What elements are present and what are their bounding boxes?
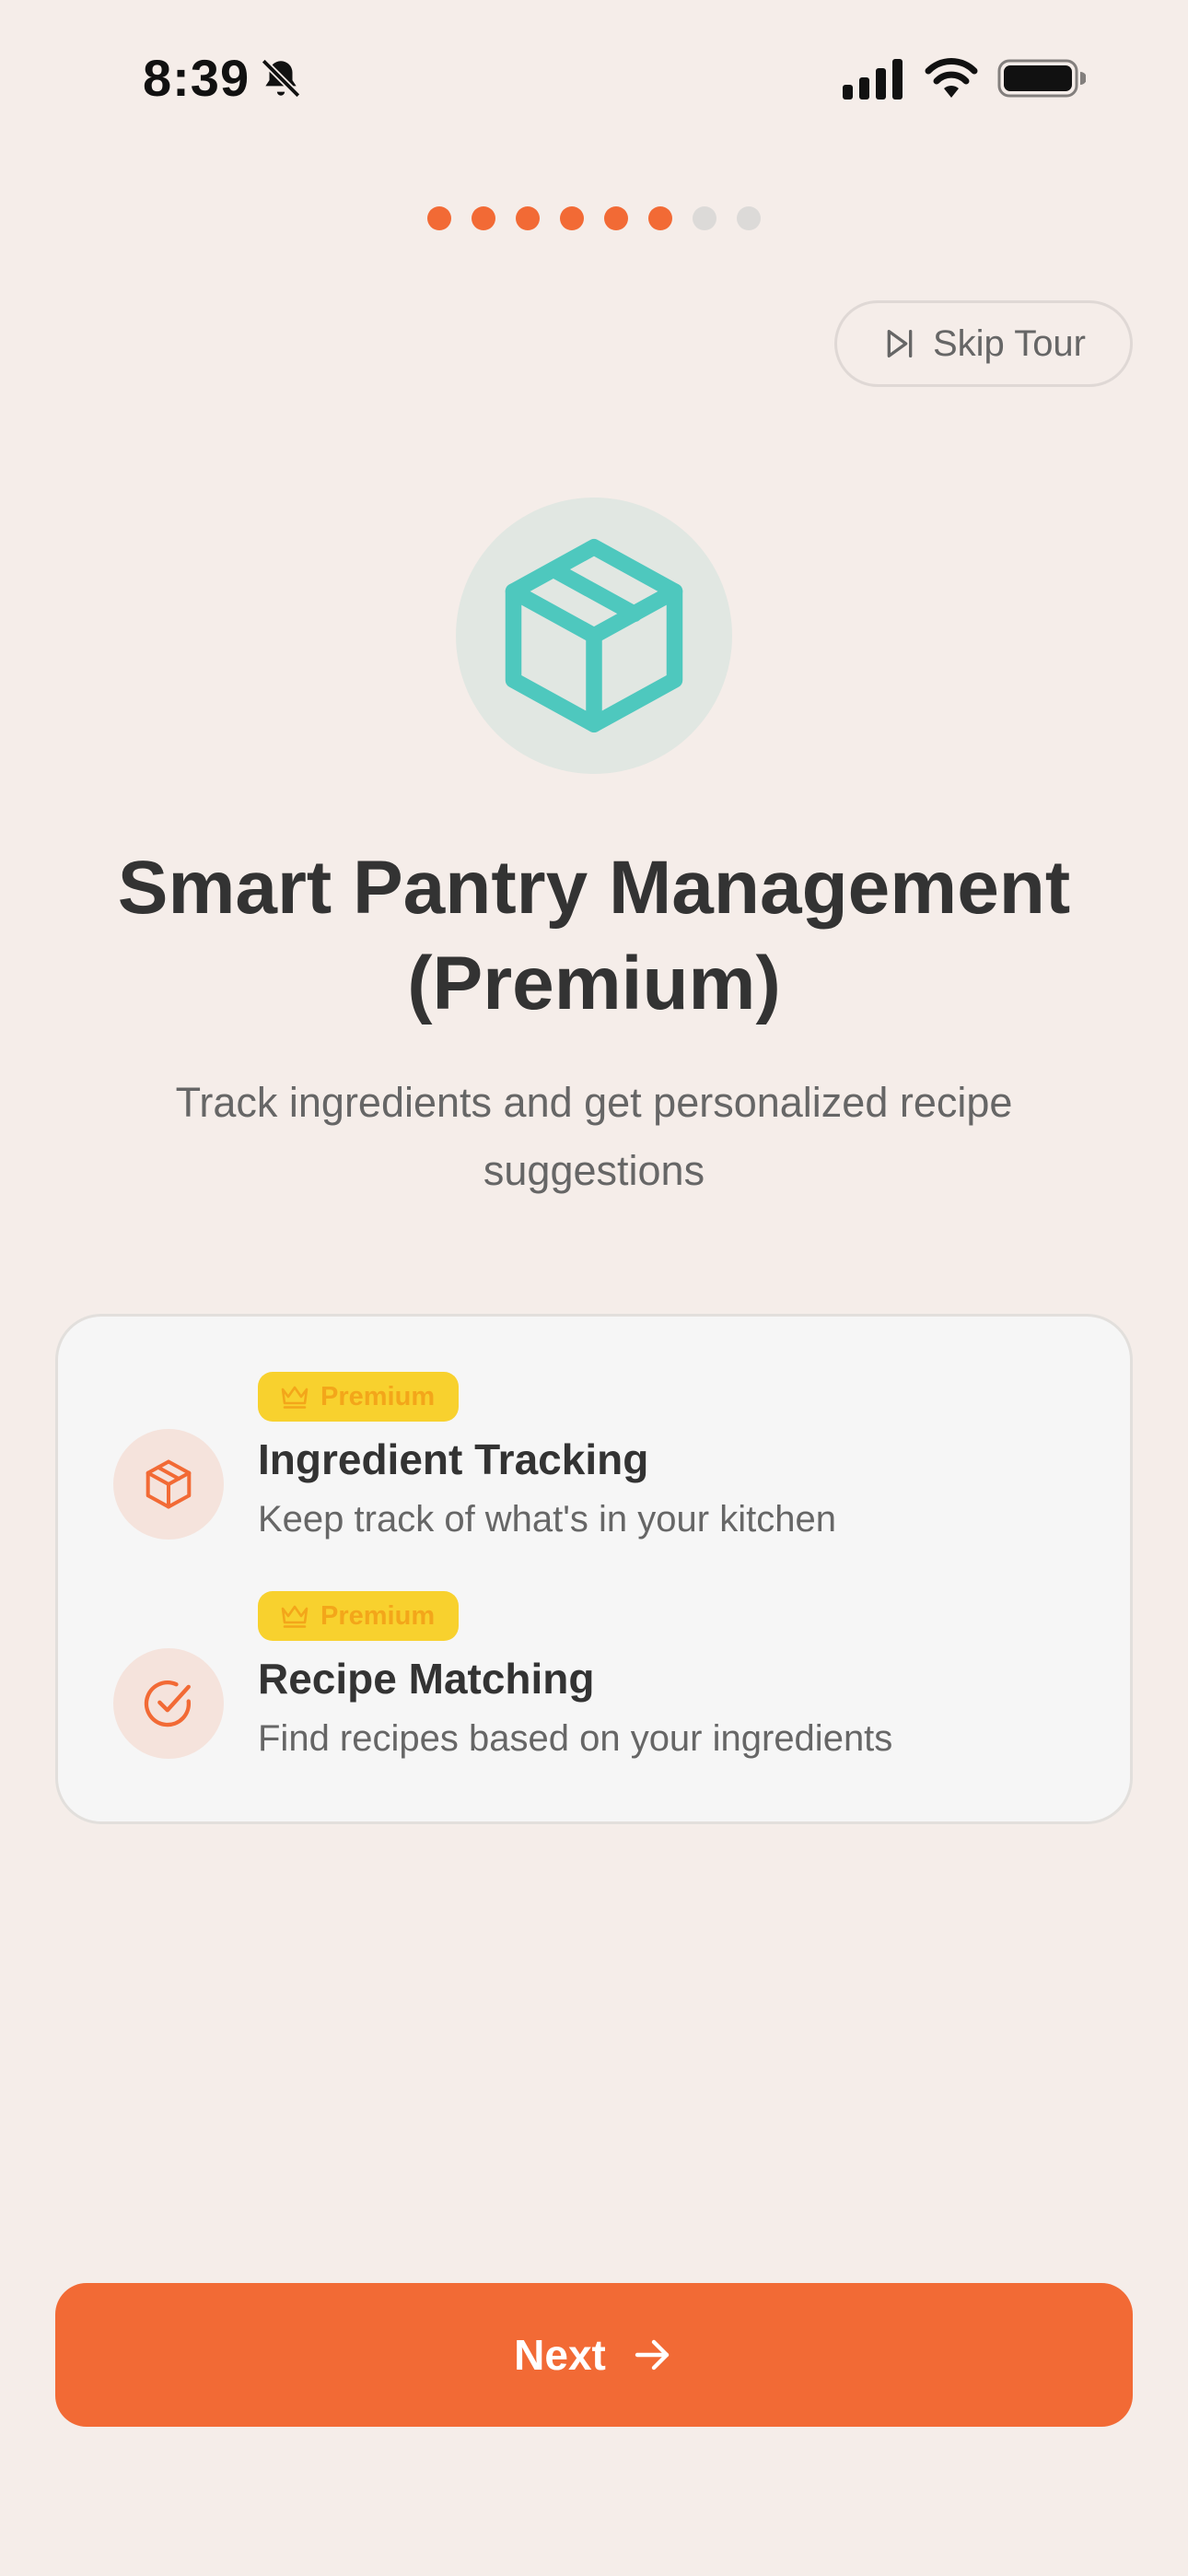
box-icon (505, 539, 683, 732)
progress-dot-active (472, 206, 495, 230)
skip-forward-icon (887, 330, 913, 357)
next-button[interactable]: Next (55, 2283, 1133, 2427)
battery-icon (997, 59, 1086, 98)
onboarding-screen: 8:39 Skip Tour Smart Pantry Management (… (0, 0, 1188, 2576)
feature-description: Keep track of what's in your kitchen (258, 1499, 836, 1540)
arrow-right-icon (635, 2339, 670, 2371)
skip-tour-button[interactable]: Skip Tour (834, 300, 1133, 387)
premium-badge: Premium (258, 1372, 460, 1422)
feature-icon-circle (113, 1648, 224, 1759)
feature-description: Find recipes based on your ingredients (258, 1718, 893, 1759)
progress-dot-inactive (737, 206, 761, 230)
feature-card: Premium Ingredient Tracking Keep track o… (55, 1314, 1133, 1824)
feature-item: Premium Ingredient Tracking Keep track o… (58, 1372, 1130, 1556)
box-icon (146, 1459, 192, 1509)
progress-dot-active (560, 206, 584, 230)
wifi-icon (925, 58, 978, 98)
hero-icon-circle (456, 498, 732, 774)
status-bar: 8:39 (0, 0, 1188, 157)
feature-title: Ingredient Tracking (258, 1435, 649, 1483)
progress-dot-active (648, 206, 672, 230)
cellular-signal-icon (843, 59, 903, 100)
feature-title: Recipe Matching (258, 1655, 595, 1703)
feature-item: Premium Recipe Matching Find recipes bas… (58, 1591, 1130, 1775)
progress-indicator (0, 206, 1188, 230)
crown-icon (281, 1386, 309, 1409)
bell-slash-icon (261, 58, 301, 99)
premium-badge-label: Premium (320, 1381, 436, 1411)
page-subtitle: Track ingredients and get personalized r… (175, 1079, 1013, 1194)
check-circle-icon (144, 1680, 192, 1727)
progress-dot-active (604, 206, 628, 230)
page-title: Smart Pantry Management (Premium) (117, 846, 1071, 1025)
progress-dot-inactive (693, 206, 716, 230)
status-time: 8:39 (143, 49, 250, 107)
progress-dot-active (516, 206, 540, 230)
skip-tour-label: Skip Tour (932, 322, 1086, 364)
premium-badge: Premium (258, 1591, 460, 1641)
feature-icon-circle (113, 1429, 224, 1540)
premium-badge-label: Premium (320, 1600, 436, 1631)
next-button-label: Next (514, 2331, 606, 2379)
progress-dot-active (427, 206, 451, 230)
crown-icon (281, 1605, 309, 1628)
